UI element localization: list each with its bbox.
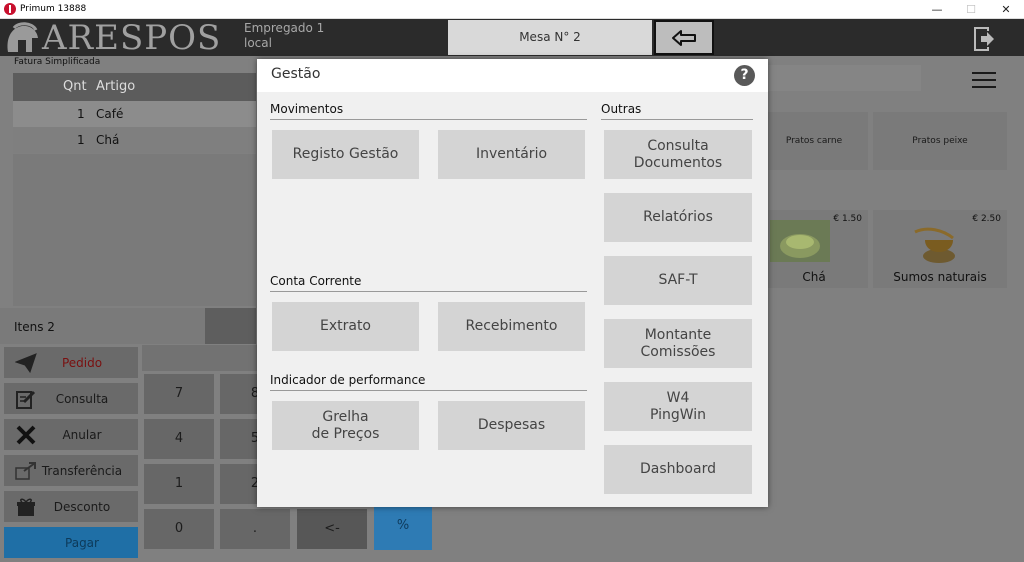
inventario-button[interactable]: Inventário [438,130,585,179]
window-title: Primum 13888 [20,4,87,14]
maximize-button[interactable]: ☐ [954,0,988,19]
employee-info: Empregado 1 local [244,21,324,51]
anular-button[interactable]: Anular [4,419,138,450]
window-titlebar: Primum 13888 — ☐ ✕ [0,0,1024,19]
dialog-header: Gestão ? [257,59,768,92]
exit-button[interactable] [970,24,1000,54]
key-1[interactable]: 1 [144,464,214,504]
product-name: Chá [802,270,826,284]
product-sumos-naturais[interactable]: € 2.50 Sumos naturais [873,210,1007,288]
pagar-button[interactable]: Pagar [4,527,138,558]
ticket-row[interactable]: 1 Café [13,101,256,127]
transfer-icon [14,460,38,482]
close-window-button[interactable]: ✕ [989,0,1023,19]
product-price: € 1.50 [833,214,862,224]
items-count: Itens 2 [0,308,205,344]
x-icon [14,424,38,446]
section-outras: Outras [601,102,753,120]
back-button[interactable] [654,20,714,55]
consulta-documentos-button[interactable]: Consulta Documentos [604,130,752,179]
ticket-row-item: Café [96,107,124,121]
registo-gestao-button[interactable]: Registo Gestão [272,130,419,179]
key-percent[interactable]: % [374,506,432,550]
pedido-button[interactable]: Pedido [4,347,138,378]
transferencia-label: Transferência [41,463,123,478]
help-icon[interactable]: ? [734,65,755,86]
key-backspace[interactable]: <- [297,509,367,549]
desconto-button[interactable]: Desconto [4,491,138,522]
gift-icon [14,496,38,518]
w4-pingwin-button[interactable]: W4 PingWin [604,382,752,431]
app-icon [4,3,16,15]
tea-image [770,220,830,262]
saft-button[interactable]: SAF-T [604,256,752,305]
qty-column-header: Qnt [63,79,87,94]
pedido-label: Pedido [61,355,103,370]
key-dot[interactable]: . [220,509,290,549]
table-indicator[interactable]: Mesa N° 2 [448,20,652,55]
pay-icon [14,532,38,554]
recebimento-button[interactable]: Recebimento [438,302,585,351]
total-panel [205,308,256,344]
ticket-row-item: Chá [96,133,120,147]
section-indicador-performance: Indicador de performance [270,373,587,391]
key-0[interactable]: 0 [144,509,214,549]
dashboard-button[interactable]: Dashboard [604,445,752,494]
category-pratos-peixe[interactable]: Pratos peixe [873,112,1007,170]
product-cha[interactable]: € 1.50 Chá [760,210,868,288]
extrato-button[interactable]: Extrato [272,302,419,351]
juice-image [914,227,955,263]
ticket-row[interactable]: 1 Chá [13,127,256,153]
document-type: Fatura Simplificada [14,57,101,67]
ticket-row-qty: 1 [77,107,85,121]
dialog-title: Gestão [271,66,321,82]
anular-label: Anular [62,427,102,442]
grelha-precos-button[interactable]: Grelha de Preços [272,401,419,450]
consulta-label: Consulta [55,391,109,406]
ticket-list-area [13,154,256,306]
item-column-header: Artigo [96,79,136,94]
logout-icon [974,27,994,51]
product-price: € 2.50 [972,214,1001,224]
employee-location: local [244,36,272,50]
relatorios-button[interactable]: Relatórios [604,193,752,242]
paper-plane-icon [14,352,38,374]
minimize-button[interactable]: — [920,0,954,19]
amount-display [142,345,260,371]
spartan-helmet-icon [7,22,38,52]
montante-comissoes-button[interactable]: Montante Comissões [604,319,752,368]
gestao-dialog: Gestão ? Movimentos Outras Registo Gestã… [257,59,768,507]
logo-text: ARESPOS [42,18,222,58]
logo: ARESPOS [4,18,222,58]
edit-icon [14,388,38,410]
section-movimentos: Movimentos [270,102,587,120]
key-7[interactable]: 7 [144,374,214,414]
product-search-input[interactable] [768,65,921,91]
consulta-button[interactable]: Consulta [4,383,138,414]
employee-name: Empregado 1 [244,21,325,35]
section-conta-corrente: Conta Corrente [270,274,587,292]
ticket-table-header: Qnt Artigo [13,73,256,101]
pagar-label: Pagar [65,535,99,550]
key-4[interactable]: 4 [144,419,214,459]
category-pratos-carne[interactable]: Pratos carne [760,112,868,170]
arrow-left-icon [672,29,696,46]
transferencia-button[interactable]: Transferência [4,455,138,486]
product-name: Sumos naturais [893,270,987,284]
ticket-row-qty: 1 [77,133,85,147]
menu-icon[interactable] [972,72,996,90]
despesas-button[interactable]: Despesas [438,401,585,450]
desconto-label: Desconto [53,499,111,514]
